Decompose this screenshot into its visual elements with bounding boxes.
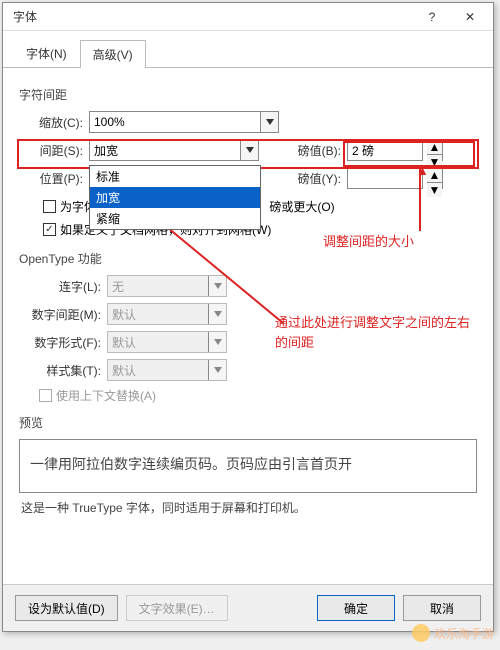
watermark: 欢乐淘手游 [412, 624, 494, 642]
tab-font[interactable]: 字体(N) [13, 39, 80, 67]
spinner-points-y[interactable]: ▲▼ [427, 167, 443, 189]
combo-num-form[interactable]: 默认 [107, 331, 227, 353]
label-num-spacing: 数字间距(M): [19, 306, 103, 323]
dropdown-opt-standard[interactable]: 标准 [90, 166, 260, 187]
button-text-effects: 文字效果(E)… [126, 595, 228, 621]
spinner-points-b[interactable]: ▲▼ [427, 139, 443, 161]
combo-style-set[interactable]: 默认 [107, 359, 227, 381]
font-dialog: 字体 ? ✕ 字体(N) 高级(V) 字符间距 缩放(C): 100% 间距(S… [2, 2, 494, 632]
label-ligature: 连字(L): [19, 278, 103, 295]
button-ok[interactable]: 确定 [317, 595, 395, 621]
label-points-y: 磅值(Y): [285, 170, 343, 187]
tab-strip: 字体(N) 高级(V) [3, 31, 493, 68]
section-preview: 预览 [19, 414, 477, 431]
chevron-down-icon[interactable] [208, 360, 226, 380]
annotation-text-2: 通过此处进行调整文字之间的左右的间距 [275, 313, 475, 352]
preview-hint: 这是一种 TrueType 字体，同时适用于屏幕和打印机。 [21, 499, 477, 516]
watermark-icon [412, 624, 430, 642]
help-button[interactable]: ? [413, 4, 451, 30]
label-position: 位置(P): [19, 170, 85, 187]
preview-box: 一律用阿拉伯数字连续编页码。页码应由引言首页开 [19, 439, 477, 493]
chevron-down-icon[interactable] [240, 140, 258, 160]
checkbox-context-alt[interactable] [39, 389, 52, 402]
section-char-spacing: 字符间距 [19, 86, 477, 103]
titlebar: 字体 ? ✕ [3, 3, 493, 31]
button-set-default[interactable]: 设为默认值(D) [15, 595, 118, 621]
close-button[interactable]: ✕ [451, 4, 489, 30]
dropdown-spacing-list: 标准 加宽 紧缩 [89, 165, 261, 230]
label-points-b: 磅值(B): [285, 142, 343, 159]
combo-spacing[interactable]: 加宽 [89, 139, 259, 161]
annotation-text-1: 调整间距的大小 [323, 231, 414, 250]
arrowhead-1: ▲ [416, 163, 429, 178]
checkbox-kerning[interactable] [43, 200, 56, 213]
combo-scale[interactable]: 100% [89, 111, 279, 133]
label-context-alt: 使用上下文替换(A) [56, 387, 156, 404]
label-num-form: 数字形式(F): [19, 334, 103, 351]
label-scale: 缩放(C): [19, 114, 85, 131]
input-points-b[interactable]: 2 磅 [347, 139, 423, 161]
tab-advanced[interactable]: 高级(V) [80, 40, 146, 68]
chevron-down-icon[interactable] [260, 112, 278, 132]
input-points-y[interactable] [347, 167, 423, 189]
dropdown-opt-expanded[interactable]: 加宽 [90, 187, 260, 208]
label-spacing: 间距(S): [19, 142, 85, 159]
annotation-arrow-1 [419, 169, 421, 231]
chevron-down-icon[interactable] [208, 332, 226, 352]
label-style-set: 样式集(T): [19, 362, 103, 379]
dropdown-opt-condensed[interactable]: 紧缩 [90, 208, 260, 229]
window-title: 字体 [7, 8, 413, 25]
checkbox-snap-grid[interactable] [43, 223, 56, 236]
button-cancel[interactable]: 取消 [403, 595, 481, 621]
